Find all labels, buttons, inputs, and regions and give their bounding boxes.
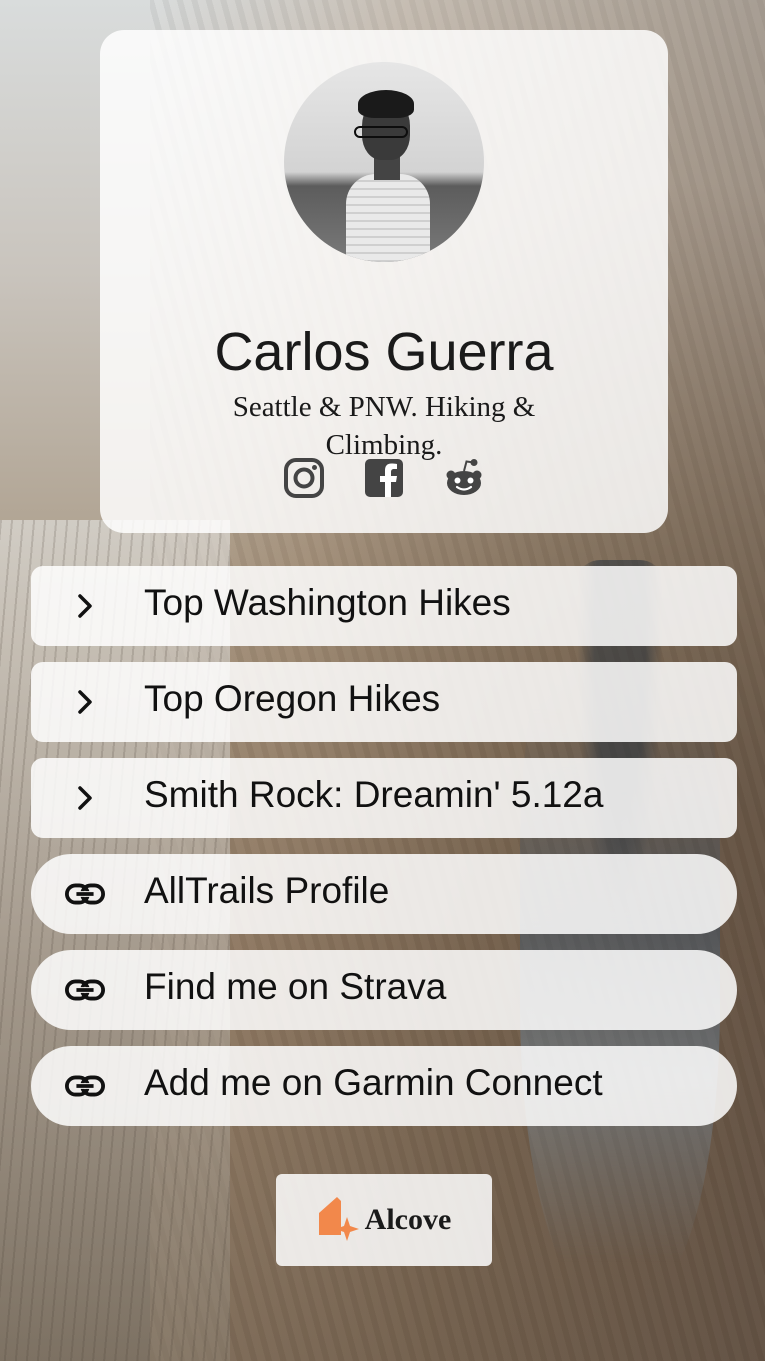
- chevron-right-icon: [65, 778, 105, 818]
- link-icon: [65, 970, 105, 1010]
- link-icon: [65, 874, 105, 914]
- link-icon: [65, 1066, 105, 1106]
- link-label: AllTrails Profile: [144, 870, 390, 911]
- link-top-oregon-hikes[interactable]: Top Oregon Hikes: [31, 662, 737, 742]
- brand-name: Alcove: [364, 1203, 452, 1236]
- profile-card: Carlos Guerra Seattle & PNW. Hiking & Cl…: [100, 30, 668, 533]
- link-label: Top Washington Hikes: [144, 582, 511, 623]
- link-top-washington-hikes[interactable]: Top Washington Hikes: [31, 566, 737, 646]
- link-label: Add me on Garmin Connect: [144, 1062, 603, 1103]
- chevron-right-icon: [65, 682, 105, 722]
- link-list: Top Washington Hikes Top Oregon Hikes Sm…: [31, 566, 737, 1142]
- avatar: [284, 62, 484, 262]
- social-links: [100, 458, 668, 502]
- profile-name: Carlos Guerra: [214, 322, 554, 382]
- link-alltrails-profile[interactable]: AllTrails Profile: [31, 854, 737, 934]
- link-label: Top Oregon Hikes: [144, 678, 441, 719]
- link-label: Find me on Strava: [144, 966, 447, 1007]
- instagram-icon[interactable]: [284, 458, 324, 498]
- link-strava[interactable]: Find me on Strava: [31, 950, 737, 1030]
- link-garmin-connect[interactable]: Add me on Garmin Connect: [31, 1046, 737, 1126]
- profile-bio: Seattle & PNW. Hiking & Climbing.: [232, 391, 536, 461]
- alcove-brand-button[interactable]: Alcove: [276, 1174, 492, 1266]
- alcove-logo-icon: [317, 1195, 361, 1246]
- link-smith-rock[interactable]: Smith Rock: Dreamin' 5.12a: [31, 758, 737, 838]
- link-label: Smith Rock: Dreamin' 5.12a: [144, 774, 604, 815]
- reddit-icon[interactable]: [444, 458, 484, 498]
- chevron-right-icon: [65, 586, 105, 626]
- facebook-icon[interactable]: [364, 458, 404, 498]
